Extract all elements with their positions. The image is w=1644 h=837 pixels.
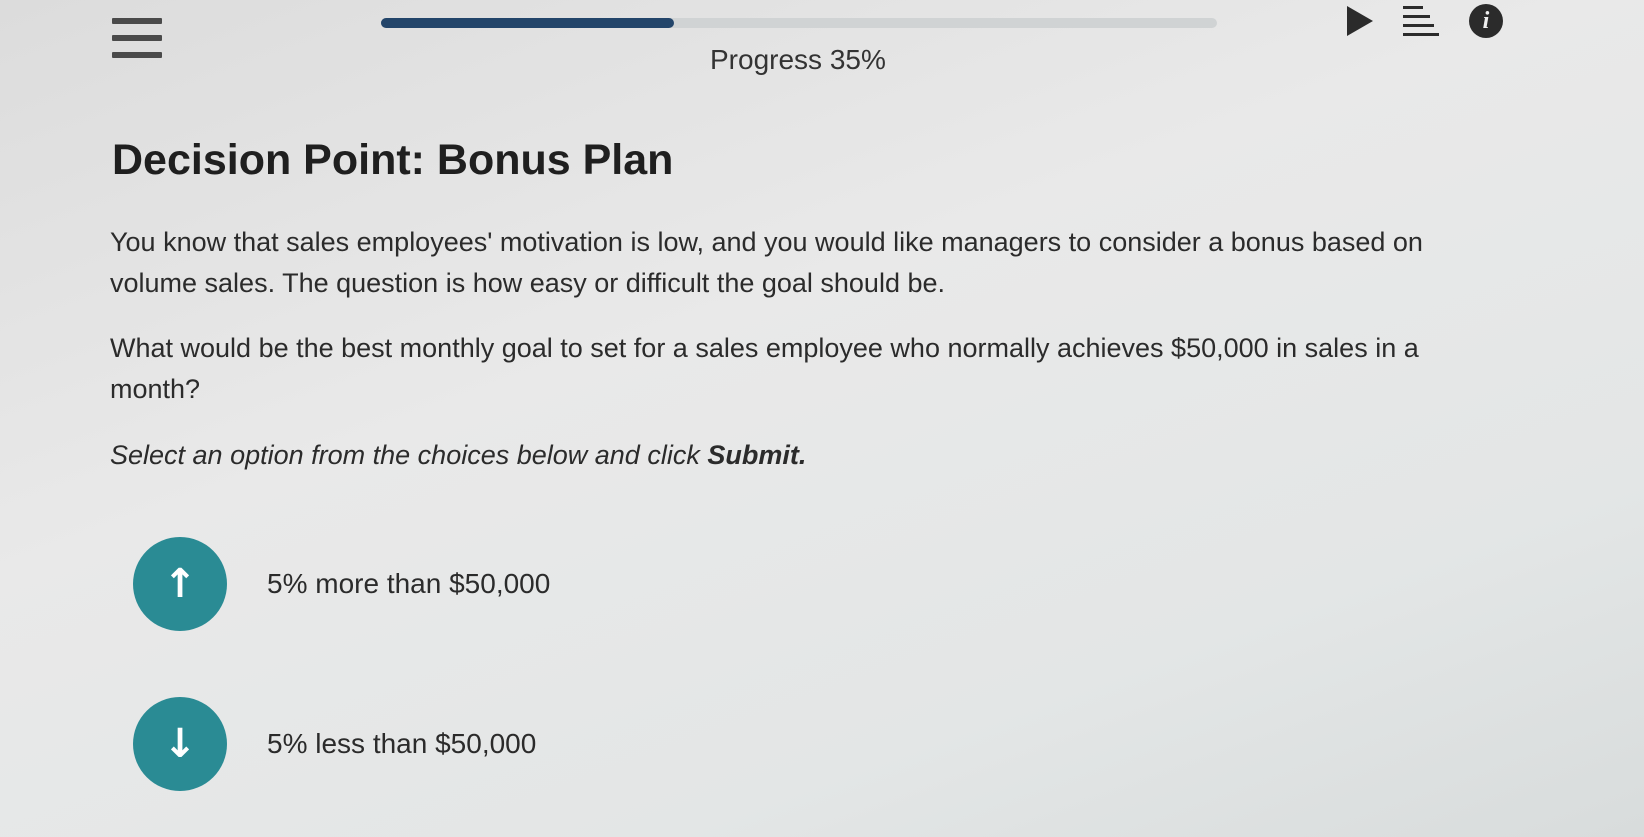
menu-icon-bar xyxy=(112,35,162,41)
info-icon[interactable]: i xyxy=(1469,4,1503,38)
option-label[interactable]: 5% less than $50,000 xyxy=(267,728,536,760)
arrow-down-icon[interactable]: ↓ xyxy=(133,697,227,791)
menu-icon[interactable] xyxy=(112,18,162,58)
list-icon[interactable] xyxy=(1403,6,1439,36)
instruction-prefix: Select an option from the choices below … xyxy=(110,440,708,470)
progress-label: Progress 35% xyxy=(710,44,886,75)
progress-bar xyxy=(381,18,1217,28)
question-paragraph: What would be the best monthly goal to s… xyxy=(110,333,1419,404)
instruction-submit: Submit. xyxy=(707,440,807,470)
option-less[interactable]: ↓ 5% less than $50,000 xyxy=(133,697,536,791)
arrow-up-icon[interactable]: ↑ xyxy=(133,537,227,631)
play-icon[interactable] xyxy=(1347,6,1373,36)
page-title: Decision Point: Bonus Plan xyxy=(112,136,674,184)
progress-bar-fill xyxy=(381,18,674,28)
option-more[interactable]: ↑ 5% more than $50,000 xyxy=(133,537,550,631)
option-label[interactable]: 5% more than $50,000 xyxy=(267,568,550,600)
scenario-paragraph: You know that sales employees' motivatio… xyxy=(110,227,1423,298)
menu-icon-bar xyxy=(112,52,162,58)
instruction-text: Select an option from the choices below … xyxy=(110,440,806,471)
top-toolbar: i xyxy=(1347,4,1503,38)
menu-icon-bar xyxy=(112,18,162,24)
